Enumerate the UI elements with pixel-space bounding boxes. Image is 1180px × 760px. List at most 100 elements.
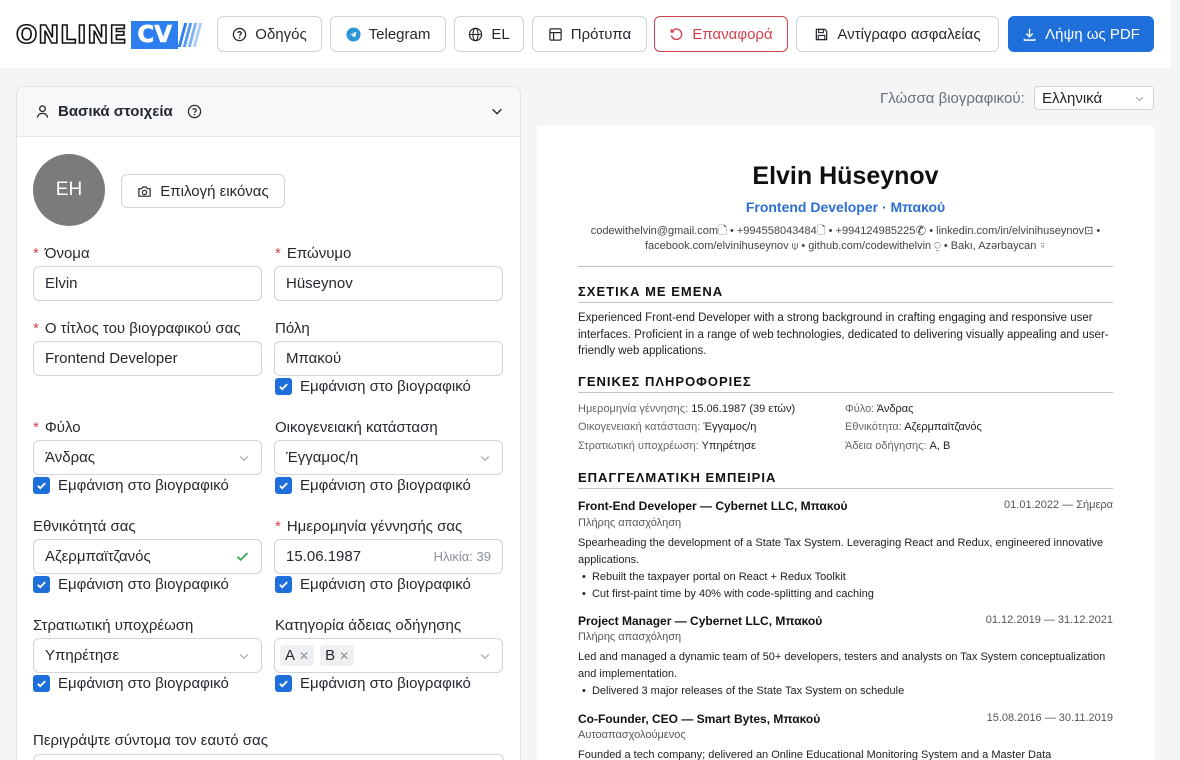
job-title: Front-End Developer — Cybernet LLC, Μπακ… (578, 499, 1113, 513)
job-bullet: • Rebuilt the taxpayer portal on React +… (582, 571, 846, 583)
job-date: 01.01.2022 — Σήμερα (1004, 499, 1113, 511)
divider (578, 302, 1113, 303)
chevron-down-icon (480, 654, 490, 660)
check-icon (33, 576, 50, 593)
divider (578, 266, 1113, 267)
check-icon (275, 675, 292, 692)
show-license-checkbox[interactable]: Εμφάνιση στο βιογραφικό (275, 675, 471, 692)
basic-info-panel: Βασικά στοιχεία EH Επιλογή εικόνας * Όνομ… (16, 86, 521, 760)
show-city-checkbox[interactable]: Εμφάνιση στο βιογραφικό (275, 378, 471, 395)
general-military: Στρατιωτική υποχρέωση: Υπηρέτησε (578, 440, 756, 452)
backup-label: Αντίγραφο ασφαλείας (837, 25, 981, 43)
close-icon[interactable]: ✕ (299, 649, 309, 663)
check-icon (33, 477, 50, 494)
show-military-checkbox[interactable]: Εμφάνιση στο βιογραφικό (33, 675, 229, 692)
check-valid-icon (236, 552, 249, 562)
general-marital: Οικογενειακή κατάσταση: Έγγαμος/η (578, 421, 757, 433)
gender-select[interactable]: Άνδρας (33, 440, 262, 475)
about-heading: ΣΧΕΤΙΚΑ ΜΕ ΕΜΕΝΑ (578, 284, 724, 299)
check-icon (275, 477, 292, 494)
city-label: Πόλη (275, 320, 310, 337)
experience-heading: ΕΠΑΓΓΕΛΜΑΤΙΚΗ ΕΜΠΕΙΡΙΑ (578, 470, 777, 485)
cv-name: Elvin Hüseynov (752, 162, 939, 190)
birthdate-input[interactable]: 15.06.1987 Ηλικία: 39 (274, 539, 503, 574)
backup-button[interactable]: Αντίγραφο ασφαλείας (796, 16, 999, 52)
language-button[interactable]: EL (454, 16, 524, 52)
general-birth: Ημερομηνία γέννησης: 15.06.1987 (39 ετών… (578, 403, 796, 415)
reset-label: Επαναφορά (692, 25, 773, 43)
cv-language-select[interactable]: Ελληνικά (1034, 86, 1154, 110)
panel-title: Βασικά στοιχεία (58, 103, 173, 120)
show-birthdate-checkbox[interactable]: Εμφάνιση στο βιογραφικό (275, 576, 471, 593)
guide-button[interactable]: Οδηγός (217, 16, 322, 52)
templates-button[interactable]: Πρότυπα (532, 16, 647, 52)
chevron-down-icon (1135, 96, 1144, 102)
city-input[interactable]: Μπακού (274, 341, 503, 376)
save-icon (816, 28, 828, 40)
last-name-input[interactable]: Hüseynov (274, 266, 503, 301)
last-name-label: * Επώνυμο (275, 245, 352, 262)
military-select[interactable]: Υπηρέτησε (33, 638, 262, 673)
show-nationality-checkbox[interactable]: Εμφάνιση στο βιογραφικό (33, 576, 229, 593)
general-gender: Φύλο: Άνδρας (845, 403, 914, 415)
job-date: 01.12.2019 — 31.12.2021 (985, 614, 1113, 626)
panel-header[interactable]: Βασικά στοιχεία (17, 87, 520, 137)
download-pdf-label: Λήψη ως PDF (1045, 25, 1140, 43)
help-circle-icon[interactable] (187, 104, 202, 119)
choose-image-label: Επιλογή εικόνας (160, 182, 269, 200)
cv-title: Frontend Developer · Μπακού (745, 199, 946, 215)
close-icon[interactable]: ✕ (339, 649, 349, 663)
help-circle-icon (233, 27, 247, 41)
chevron-down-icon (480, 456, 490, 462)
telegram-button[interactable]: Telegram (330, 16, 446, 52)
top-bar: ONLINE CV Οδηγός Telegram EL Πρότυπα Επα… (0, 0, 1170, 68)
divider (578, 488, 1113, 489)
reset-button[interactable]: Επαναφορά (654, 16, 788, 52)
camera-icon (138, 185, 152, 197)
license-tag[interactable]: A ✕ (280, 645, 315, 666)
logo[interactable]: ONLINE CV (15, 20, 203, 50)
license-label: Κατηγορία άδειας οδήγησης (275, 617, 462, 634)
cv-title-label: * Ο τίτλος του βιογραφικού σας (33, 320, 241, 337)
show-marital-checkbox[interactable]: Εμφάνιση στο βιογραφικό (275, 477, 471, 494)
job-title: Co-Founder, CEO — Smart Bytes, Μπακού 15.… (578, 712, 1113, 726)
job-bullet: • Delivered 3 major releases of the Stat… (582, 685, 905, 697)
job-type: Πλήρης απασχόληση (578, 517, 682, 529)
job-description: Founded a tech company; delivered an Onl… (578, 749, 1052, 760)
logo-cv: CV (131, 21, 179, 49)
job-type: Πλήρης απασχόληση (578, 631, 682, 643)
job-type: Αυτοαπασχολούμενος (578, 729, 686, 741)
globe-icon (469, 27, 483, 41)
chevron-down-icon (239, 456, 249, 462)
marital-label: Οικογενειακή κατάσταση (275, 419, 438, 436)
about-label: Περιγράψτε σύντομα τον εαυτό σας (33, 732, 268, 749)
chevron-down-icon (239, 654, 249, 660)
chevron-down-icon[interactable] (490, 104, 504, 118)
guide-label: Οδηγός (255, 25, 307, 43)
about-textarea[interactable] (33, 754, 504, 760)
check-icon (33, 675, 50, 692)
first-name-input[interactable]: Elvin (33, 266, 262, 301)
user-icon (36, 105, 49, 118)
nationality-input[interactable]: Αζερμπαϊτζανός (33, 539, 262, 574)
license-tag[interactable]: B ✕ (320, 645, 355, 666)
check-icon (275, 378, 292, 395)
cv-title-input[interactable]: Frontend Developer (33, 341, 262, 376)
military-label: Στρατιωτική υποχρέωση (33, 617, 194, 634)
reset-icon (671, 27, 683, 40)
telegram-label: Telegram (368, 25, 431, 43)
show-gender-checkbox[interactable]: Εμφάνιση στο βιογραφικό (33, 477, 229, 494)
download-icon (1023, 28, 1036, 41)
general-heading: ΓΕΝΙΚΕΣ ΠΛΗΡΟΦΟΡΙΕΣ (578, 374, 752, 389)
download-pdf-button[interactable]: Λήψη ως PDF (1008, 16, 1154, 52)
marital-select[interactable]: Έγγαμος/η (274, 440, 503, 475)
gender-label: * Φύλο (33, 419, 81, 436)
job-description: Led and managed a dynamic team of 50+ de… (578, 651, 1106, 680)
divider (578, 392, 1113, 393)
birthdate-label: * Ημερομηνία γέννησής σας (275, 518, 463, 535)
general-license: Άδεια οδήγησης: A, B (845, 440, 951, 452)
cv-preview: Elvin Hüseynov Frontend Developer · Μπακ… (537, 126, 1154, 760)
job-bullet: • Cut first-paint time by 40% with code-… (582, 588, 874, 600)
license-multiselect[interactable]: A ✕ B ✕ (274, 638, 503, 673)
choose-image-button[interactable]: Επιλογή εικόνας (121, 174, 285, 208)
